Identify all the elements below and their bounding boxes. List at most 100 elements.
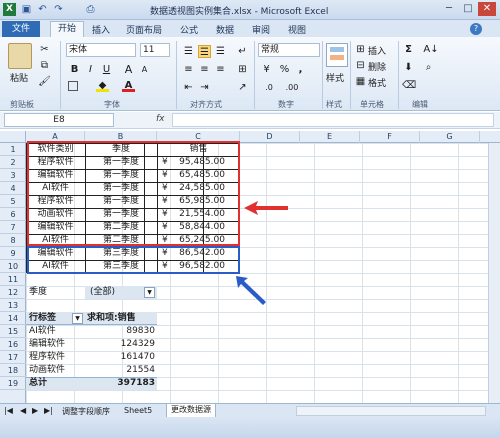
row-header[interactable]: 15 xyxy=(0,325,26,338)
fill-color-icon[interactable]: ◆ xyxy=(96,79,109,92)
pivot-row-label[interactable]: 程序软件 xyxy=(29,351,84,364)
row-header[interactable]: 17 xyxy=(0,351,26,364)
tab-data[interactable]: 数据 xyxy=(216,23,234,36)
grow-font-icon[interactable]: A xyxy=(122,63,135,76)
pivot-row-label[interactable]: AI软件 xyxy=(29,325,84,338)
comma-button[interactable]: , xyxy=(294,63,307,76)
row-header[interactable]: 16 xyxy=(0,338,26,351)
format-painter-icon[interactable]: 🖌 xyxy=(38,75,51,88)
decrease-decimal-button[interactable]: .00 xyxy=(282,81,302,94)
pivot-value-header[interactable]: 求和项:销售 xyxy=(87,312,157,325)
styles-button[interactable]: 样式 xyxy=(326,71,344,84)
print-icon[interactable]: ⎙ xyxy=(84,3,97,16)
tab-home[interactable]: 开始 xyxy=(50,21,84,37)
column-header-e[interactable]: E xyxy=(300,131,360,143)
redo-icon[interactable]: ↷ xyxy=(52,3,65,16)
vertical-scrollbar[interactable] xyxy=(488,143,500,403)
pivot-filter-label[interactable]: 季度 xyxy=(29,286,79,299)
sheet-tab[interactable]: 调整字段顺序 xyxy=(62,406,110,417)
shrink-font-icon[interactable]: A xyxy=(138,63,151,76)
row-header[interactable]: 19 xyxy=(0,377,26,390)
insert-button[interactable]: 插入 xyxy=(368,44,386,57)
tab-insert[interactable]: 插入 xyxy=(92,23,110,36)
italic-button[interactable]: I xyxy=(84,63,97,76)
merge-center-icon[interactable]: ⊞ xyxy=(236,63,249,76)
row-header[interactable]: 18 xyxy=(0,364,26,377)
increase-indent-icon[interactable]: ⇥ xyxy=(198,81,211,94)
maximize-icon[interactable]: □ xyxy=(459,2,477,16)
number-format-combo[interactable]: 常规 xyxy=(258,43,320,57)
sheet-nav-last-icon[interactable]: ▶| xyxy=(44,406,53,415)
undo-icon[interactable]: ↶ xyxy=(36,3,49,16)
row-header[interactable]: 2 xyxy=(0,156,26,169)
copy-icon[interactable]: ⧉ xyxy=(38,59,51,72)
align-right-icon[interactable]: ≡ xyxy=(214,63,227,76)
align-center-icon[interactable]: ≡ xyxy=(198,63,211,76)
bold-button[interactable]: B xyxy=(68,63,81,76)
format-cells-icon[interactable]: ▦ xyxy=(354,75,367,88)
align-left-icon[interactable]: ≡ xyxy=(182,63,195,76)
insert-function-icon[interactable]: fx xyxy=(156,114,165,124)
orientation-icon[interactable]: ↗ xyxy=(236,81,249,94)
pivot-row-value[interactable]: 21554 xyxy=(85,364,155,377)
tab-file[interactable]: 文件 xyxy=(2,21,40,37)
filter-dropdown-icon[interactable]: ▼ xyxy=(144,287,155,298)
pivot-filter-value[interactable]: (全部) xyxy=(90,286,140,299)
row-header[interactable]: 5 xyxy=(0,195,26,208)
autosum-button[interactable]: Σ xyxy=(402,43,415,56)
row-header[interactable]: 13 xyxy=(0,299,26,312)
pivot-row-value[interactable]: 124329 xyxy=(85,338,155,351)
row-header[interactable]: 6 xyxy=(0,208,26,221)
column-header-f[interactable]: F xyxy=(360,131,420,143)
align-middle-icon[interactable]: ☰ xyxy=(198,45,211,58)
paste-button[interactable]: 粘贴 xyxy=(10,71,28,84)
paste-icon[interactable] xyxy=(8,43,32,69)
row-header[interactable]: 14 xyxy=(0,312,26,325)
sheet-tab-active[interactable]: 更改数据源 xyxy=(166,404,216,418)
increase-decimal-button[interactable]: .0 xyxy=(260,81,278,94)
row-header[interactable]: 11 xyxy=(0,273,26,286)
pivot-total-value[interactable]: 397183 xyxy=(85,377,155,390)
column-header-d[interactable]: D xyxy=(240,131,300,143)
pivot-row-label[interactable]: 编辑软件 xyxy=(29,338,84,351)
styles-icon[interactable] xyxy=(326,43,348,67)
close-icon[interactable]: ✕ xyxy=(478,2,496,16)
help-icon[interactable]: ? xyxy=(470,23,482,35)
pivot-row-label[interactable]: 动画软件 xyxy=(29,364,84,377)
border-icon[interactable] xyxy=(68,81,78,91)
sheet-tab[interactable]: Sheet5 xyxy=(124,406,152,415)
delete-button[interactable]: 删除 xyxy=(368,60,386,73)
font-size-combo[interactable]: 11 xyxy=(140,43,170,57)
format-button[interactable]: 格式 xyxy=(368,76,386,89)
fill-icon[interactable]: ⬇ xyxy=(402,61,415,74)
sheet-nav-first-icon[interactable]: |◀ xyxy=(4,406,13,415)
insert-cells-icon[interactable]: ⊞ xyxy=(354,43,367,56)
find-icon[interactable]: ⌕ xyxy=(422,61,435,74)
pivot-row-value[interactable]: 89830 xyxy=(85,325,155,338)
name-box[interactable]: E8 xyxy=(4,113,114,127)
horizontal-scrollbar[interactable] xyxy=(296,406,486,416)
delete-cells-icon[interactable]: ⊟ xyxy=(354,59,367,72)
row-header[interactable]: 4 xyxy=(0,182,26,195)
cut-icon[interactable]: ✂ xyxy=(38,43,51,56)
clear-icon[interactable]: ⌫ xyxy=(402,79,416,92)
row-header[interactable]: 3 xyxy=(0,169,26,182)
sheet-nav-next-icon[interactable]: ▶ xyxy=(32,406,38,415)
select-all-corner[interactable] xyxy=(0,131,26,143)
row-header[interactable]: 1 xyxy=(0,143,26,156)
pivot-total-label[interactable]: 总计 xyxy=(29,377,84,390)
filter-dropdown-icon[interactable]: ▼ xyxy=(72,313,83,324)
formula-input[interactable] xyxy=(172,113,494,127)
sheet-nav-prev-icon[interactable]: ◀ xyxy=(20,406,26,415)
tab-page-layout[interactable]: 页面布局 xyxy=(126,23,162,36)
currency-icon[interactable]: ¥ xyxy=(260,63,273,76)
underline-button[interactable]: U xyxy=(100,63,113,76)
align-top-icon[interactable]: ☰ xyxy=(182,45,195,58)
row-header[interactable]: 10 xyxy=(0,260,26,273)
tab-view[interactable]: 视图 xyxy=(288,23,306,36)
decrease-indent-icon[interactable]: ⇤ xyxy=(182,81,195,94)
column-header-g[interactable]: G xyxy=(420,131,480,143)
font-name-combo[interactable]: 宋体 xyxy=(66,43,136,57)
tab-review[interactable]: 审阅 xyxy=(252,23,270,36)
save-icon[interactable]: ▣ xyxy=(20,3,33,16)
